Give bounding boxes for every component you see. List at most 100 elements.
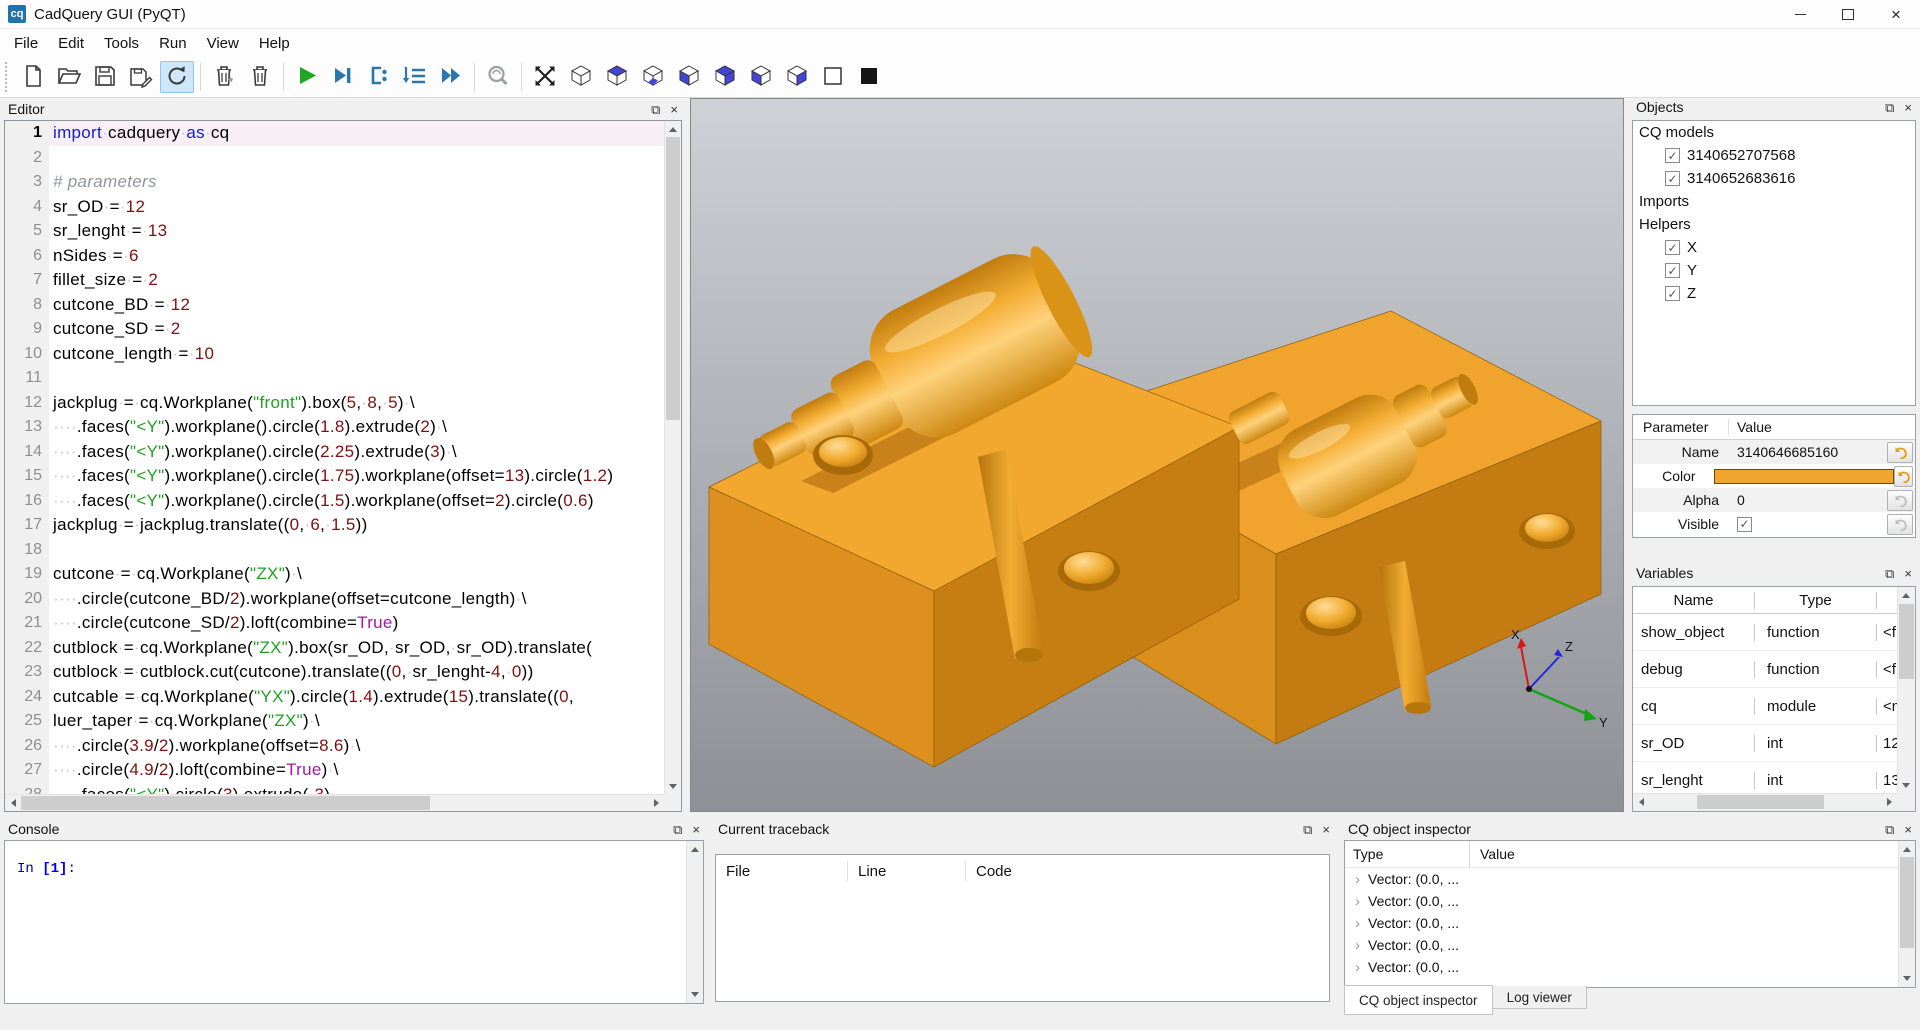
close-button[interactable]: × [1872,0,1920,28]
inspect-button[interactable] [481,61,515,93]
console-float-button[interactable]: ⧉ [673,823,682,836]
property-value[interactable]: 3140646685160 [1729,444,1887,460]
undo-button[interactable] [1894,466,1913,487]
view-right-button[interactable] [780,61,814,93]
code-line-26[interactable]: 26····.circle(3.9/2).workplane(offset=8.… [5,734,665,759]
console-vertical-scrollbar[interactable] [686,841,703,1003]
scroll-up-icon[interactable] [1898,587,1914,603]
property-row-color[interactable]: Color [1633,464,1915,488]
viewport-3d[interactable]: X Z Y [690,98,1624,812]
tree-item-helpers[interactable]: Helpers [1633,213,1915,236]
view-front-button[interactable] [672,61,706,93]
run-button[interactable] [290,61,324,93]
expand-chevron-icon[interactable]: › [1355,937,1360,954]
property-value[interactable] [1706,469,1894,484]
checkbox-icon[interactable]: ✓ [1665,286,1680,301]
objects-close-button[interactable]: × [1904,101,1912,114]
scroll-left-icon[interactable] [1633,794,1649,810]
traceback-header-code[interactable]: Code [966,863,1329,880]
code-line-7[interactable]: 7fillet_size·=·2 [5,268,665,293]
scroll-down-icon[interactable] [1899,971,1915,987]
scroll-up-icon[interactable] [1899,841,1915,857]
editor-horizontal-scrollbar[interactable] [5,794,665,811]
code-line-20[interactable]: 20····.circle(cutcone_BD/2).workplane(of… [5,587,665,612]
tree-item-3140652683616[interactable]: ✓3140652683616 [1633,167,1915,190]
save-button[interactable] [88,61,122,93]
tree-item-z[interactable]: ✓Z [1633,282,1915,305]
save-as-button[interactable] [124,61,158,93]
minimize-button[interactable] [1776,0,1824,28]
code-line-6[interactable]: 6nSides·=·6 [5,244,665,269]
variables-float-button[interactable]: ⧉ [1885,567,1894,580]
code-line-13[interactable]: 13····.faces("<Y").workplane().circle(1.… [5,415,665,440]
inspector-row-1[interactable]: ›Vector: (0.0, ... [1345,890,1915,912]
property-value[interactable]: 0 [1729,492,1887,508]
expand-chevron-icon[interactable]: › [1355,871,1360,888]
variable-row-debug[interactable]: debugfunction<f [1633,651,1898,688]
code-editor[interactable]: 1import·cadquery·as·cq23# parameters4sr_… [4,120,682,812]
menu-file[interactable]: File [4,32,48,54]
maximize-button[interactable] [1824,0,1872,28]
checkbox-icon[interactable]: ✓ [1665,171,1680,186]
code-line-24[interactable]: 24cutcable·=·cq.Workplane("YX").circle(1… [5,685,665,710]
undo-button[interactable] [1887,442,1913,463]
property-row-visible[interactable]: Visible✓ [1633,512,1915,536]
reload-button[interactable] [160,61,194,93]
code-line-5[interactable]: 5sr_lenght·=·13 [5,219,665,244]
code-line-14[interactable]: 14····.faces("<Y").workplane().circle(2.… [5,440,665,465]
objects-float-button[interactable]: ⧉ [1885,101,1894,114]
variables-header-name[interactable]: Name [1633,592,1755,609]
checkbox-icon[interactable]: ✓ [1665,240,1680,255]
inspector-row-4[interactable]: ›Vector: (0.0, ... [1345,956,1915,978]
variables-hscroll-thumb[interactable] [1697,795,1824,809]
delete-button[interactable] [243,61,277,93]
menu-edit[interactable]: Edit [48,32,94,54]
scroll-up-icon[interactable] [687,841,703,857]
fit-all-button[interactable] [528,61,562,93]
step-button[interactable] [362,61,396,93]
code-line-9[interactable]: 9cutcone_SD·=·2 [5,317,665,342]
inspector-row-0[interactable]: ›Vector: (0.0, ... [1345,868,1915,890]
new-file-button[interactable] [16,61,50,93]
view-bottom-button[interactable] [636,61,670,93]
fast-forward-button[interactable] [434,61,468,93]
scroll-left-icon[interactable] [5,795,21,811]
property-value[interactable]: ✓ [1729,517,1887,532]
code-line-19[interactable]: 19cutcone·=·cq.Workplane("ZX")·\ [5,562,665,587]
code-line-1[interactable]: 1import·cadquery·as·cq [5,121,665,146]
expand-chevron-icon[interactable]: › [1355,959,1360,976]
variables-vscroll-thumb[interactable] [1899,604,1914,679]
editor-vertical-scrollbar[interactable] [664,121,681,795]
traceback-float-button[interactable]: ⧉ [1303,823,1312,836]
console-close-button[interactable]: × [692,823,700,836]
variables-vertical-scrollbar[interactable] [1897,587,1915,794]
open-file-button[interactable] [52,61,86,93]
scroll-down-icon[interactable] [687,987,703,1003]
code-line-2[interactable]: 2 [5,146,665,171]
traceback-header-file[interactable]: File [716,861,848,880]
inspector-header-type[interactable]: Type [1345,841,1470,867]
toolbar-drag-handle[interactable] [5,62,12,92]
delete-all-button[interactable] [207,61,241,93]
menu-help[interactable]: Help [249,32,300,54]
variables-horizontal-scrollbar[interactable] [1633,793,1898,811]
view-left-button[interactable] [744,61,778,93]
code-line-12[interactable]: 12jackplug·=·cq.Workplane("front").box(5… [5,391,665,416]
editor-close-button[interactable]: × [670,103,678,116]
menu-view[interactable]: View [197,32,249,54]
property-row-alpha[interactable]: Alpha0 [1633,488,1915,512]
tab-cq-object-inspector[interactable]: CQ object inspector [1344,985,1493,1015]
property-row-name[interactable]: Name3140646685160 [1633,440,1915,464]
inspector-row-3[interactable]: ›Vector: (0.0, ... [1345,934,1915,956]
code-line-15[interactable]: 15····.faces("<Y").workplane().circle(1.… [5,464,665,489]
code-line-11[interactable]: 11 [5,366,665,391]
code-line-16[interactable]: 16····.faces("<Y").workplane().circle(1.… [5,489,665,514]
inspector-close-button[interactable]: × [1904,823,1912,836]
expand-chevron-icon[interactable]: › [1355,893,1360,910]
traceback-close-button[interactable]: × [1322,823,1330,836]
traceback-header-line[interactable]: Line [848,861,966,880]
variable-row-sr_lenght[interactable]: sr_lenghtint13 [1633,762,1898,794]
scroll-up-icon[interactable] [665,121,681,137]
tree-item-imports[interactable]: Imports [1633,190,1915,213]
editor-vscroll-thumb[interactable] [666,137,680,420]
